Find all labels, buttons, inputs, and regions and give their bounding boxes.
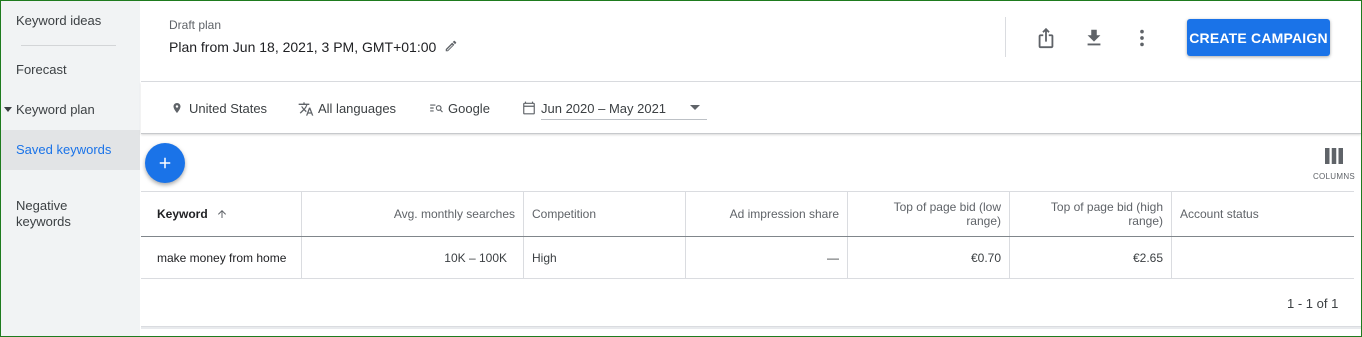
pagination-label: 1 - 1 of 1 [1287,296,1339,311]
header-divider [1005,17,1006,57]
sidebar-item-negative-keywords[interactable]: Negative keywords [1,182,140,229]
download-icon[interactable] [1083,27,1105,49]
columns-label: COLUMNS [1312,172,1356,181]
dropdown-arrow-icon[interactable] [690,105,700,110]
table-bottom-divider [141,326,1361,329]
competition-cell: High [524,237,686,278]
sidebar-item-keyword-ideas[interactable]: Keyword ideas [1,13,140,33]
search-network-icon [430,104,443,113]
network-filter-label: Google [448,101,490,116]
column-header-ad-impression-share[interactable]: Ad impression share [686,192,848,236]
table-row[interactable]: make money from home 10K – 100K High — €… [141,237,1354,279]
avg-monthly-searches-cell: 10K – 100K [302,237,524,278]
create-campaign-button[interactable]: CREATE CAMPAIGN [1187,19,1330,56]
table-header-row: Keyword Avg. monthly searches Competitio… [141,191,1354,237]
column-header-top-bid-low[interactable]: Top of page bid (low range) [848,192,1010,236]
pencil-icon[interactable] [444,39,458,53]
sidebar-item-label: Forecast [16,62,67,77]
language-filter[interactable]: All languages [298,100,408,118]
top-bid-high-cell: €2.65 [1010,237,1172,278]
column-header-competition[interactable]: Competition [524,192,686,236]
columns-button[interactable]: COLUMNS [1310,147,1358,183]
sidebar-item-label: Keyword plan [16,102,95,117]
sidebar-item-label: Negative keywords [16,198,71,229]
plan-title: Plan from Jun 18, 2021, 3 PM, GMT+01:00 [169,39,437,55]
column-header-top-bid-high[interactable]: Top of page bid (high range) [1010,192,1172,236]
sidebar: Keyword ideas Forecast Keyword plan Save… [1,1,140,336]
sidebar-item-saved-keywords[interactable]: Saved keywords [1,130,140,170]
language-filter-label: All languages [318,101,397,116]
filter-bar: United States All languages Google Jun 2… [141,82,1361,134]
sidebar-divider [21,45,116,46]
account-status-cell [1172,237,1354,278]
date-range-label: Jun 2020 – May 2021 [541,101,667,116]
caret-down-icon [4,107,12,112]
share-icon[interactable] [1035,27,1057,49]
add-keywords-button[interactable] [145,143,185,183]
calendar-icon [523,101,535,115]
location-filter[interactable]: United States [171,100,281,118]
column-header-label: Keyword [157,207,208,221]
column-header-avg-monthly-searches[interactable]: Avg. monthly searches [302,192,524,236]
keyword-cell: make money from home [141,237,302,278]
column-header-account-status[interactable]: Account status [1172,192,1354,236]
columns-icon [1325,148,1343,164]
date-range-underline [541,119,707,120]
location-pin-icon [173,103,181,113]
more-vert-icon[interactable] [1131,27,1153,49]
plus-icon [159,157,171,169]
network-filter[interactable]: Google [429,100,509,118]
translate-icon [298,102,314,116]
plan-header: Draft plan Plan from Jun 18, 2021, 3 PM,… [141,1,1361,82]
sidebar-item-label: Saved keywords [16,142,112,157]
sidebar-item-label: Keyword ideas [16,13,102,28]
sort-arrow-up-icon[interactable] [216,208,228,220]
draft-label: Draft plan [169,18,222,32]
location-filter-label: United States [189,101,268,116]
top-bid-low-cell: €0.70 [848,237,1010,278]
sidebar-item-forecast[interactable]: Forecast [1,62,140,82]
date-range-filter[interactable]: Jun 2020 – May 2021 [522,100,708,118]
column-header-keyword[interactable]: Keyword [141,192,302,236]
ad-impression-share-cell: — [686,237,848,278]
sidebar-item-keyword-plan[interactable]: Keyword plan [1,102,140,122]
